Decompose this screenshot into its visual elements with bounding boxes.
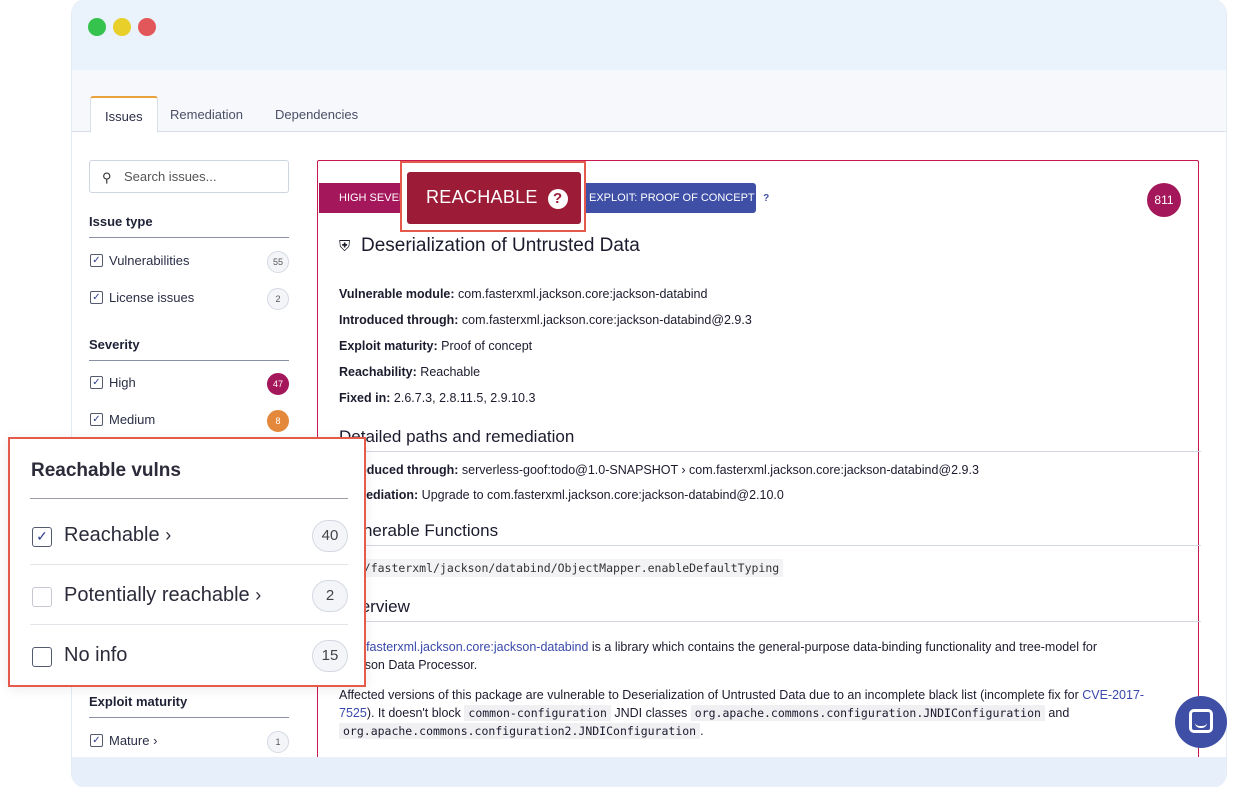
- field-reachability: Reachability: Reachable: [339, 365, 481, 379]
- checkbox-unchecked-icon[interactable]: [32, 587, 52, 607]
- reachable-highlight: REACHABLE?: [400, 161, 586, 232]
- filter-label: License issues: [109, 290, 195, 305]
- checkbox-checked-icon[interactable]: ✓: [90, 413, 103, 426]
- count-badge: 2: [267, 288, 289, 310]
- help-icon[interactable]: ?: [759, 192, 773, 205]
- tab-issues[interactable]: Issues: [90, 96, 158, 133]
- paths-heading: Detailed paths and remediation: [339, 427, 1201, 452]
- checkbox-checked-icon[interactable]: ✓: [90, 291, 103, 304]
- callout-title: Reachable vulns: [31, 460, 181, 481]
- count-badge: 15: [312, 640, 348, 672]
- filter-label: Reachable ›: [64, 524, 172, 546]
- field-fixed-in: Fixed in: 2.6.7.3, 2.8.11.5, 2.9.10.3: [339, 391, 536, 405]
- help-icon[interactable]: ?: [547, 189, 568, 209]
- filter-reachable[interactable]: ✓ Reachable › 40: [30, 505, 348, 565]
- filter-label: Mature ›: [109, 733, 158, 748]
- filter-medium[interactable]: ✓ Medium 8: [89, 410, 289, 434]
- count-badge: 2: [312, 580, 348, 612]
- overview-heading: Overview: [339, 597, 1201, 622]
- filter-vulnerabilities[interactable]: ✓ Vulnerabilities 55: [89, 251, 289, 275]
- priority-score-badge: 811: [1147, 183, 1181, 217]
- field-exploit-maturity: Exploit maturity: Proof of concept: [339, 339, 533, 353]
- chat-launcher-button[interactable]: [1175, 696, 1227, 748]
- count-badge: 40: [312, 520, 348, 552]
- severity-heading: Severity: [89, 337, 289, 361]
- window-close-button[interactable]: [138, 18, 156, 36]
- chevron-right-icon: ›: [165, 525, 172, 545]
- issue-type-heading: Issue type: [89, 214, 289, 238]
- functions-heading: Vulnerable Functions: [339, 521, 1201, 546]
- path-remediation: Remediation: Upgrade to com.fasterxml.ja…: [339, 488, 784, 502]
- filter-potentially-reachable[interactable]: Potentially reachable › 2: [30, 565, 348, 625]
- divider: [30, 498, 348, 499]
- chevron-right-icon: ›: [255, 585, 262, 605]
- bottom-bar: [72, 757, 1226, 787]
- checkbox-checked-icon[interactable]: ✓: [32, 527, 52, 547]
- issue-title: ⛨ Deserialization of Untrusted Data: [339, 235, 640, 256]
- field-vulnerable-module: Vulnerable module: com.fasterxml.jackson…: [339, 287, 708, 301]
- count-badge: 1: [267, 731, 289, 753]
- window-maximize-button[interactable]: [88, 18, 106, 36]
- issue-card: HIGH SEVERITY EXPLOIT: PROOF OF CONCEPT?…: [317, 160, 1201, 760]
- reachable-vulns-callout: Reachable vulns ✓ Reachable › 40 Potenti…: [8, 437, 366, 687]
- search-icon: ⚲: [102, 170, 112, 185]
- count-badge: 47: [267, 373, 289, 395]
- checkbox-checked-icon[interactable]: ✓: [90, 734, 103, 747]
- overview-text: com.fasterxml.jackson.core:jackson-datab…: [339, 640, 1098, 672]
- tab-remediation[interactable]: Remediation: [156, 96, 257, 133]
- field-introduced-through: Introduced through: com.fasterxml.jackso…: [339, 313, 752, 327]
- filter-label: Potentially reachable ›: [64, 584, 262, 606]
- shield-icon: ⛨: [339, 238, 351, 255]
- exploit-maturity-heading: Exploit maturity: [89, 694, 289, 718]
- filter-label: No info: [64, 644, 128, 666]
- filter-mature[interactable]: ✓ Mature › 1: [89, 731, 289, 755]
- path-introduced-through: Introduced through: serverless-goof:todo…: [339, 463, 979, 477]
- filter-label: High: [109, 375, 136, 390]
- reachable-badge[interactable]: REACHABLE?: [407, 172, 581, 224]
- filter-license-issues[interactable]: ✓ License issues 2: [89, 288, 289, 312]
- package-link[interactable]: com.fasterxml.jackson.core:jackson-datab…: [339, 640, 588, 654]
- affected-text: Affected versions of this package are vu…: [339, 688, 1145, 739]
- function-code: com/fasterxml/jackson/databind/ObjectMap…: [339, 559, 784, 577]
- window-minimize-button[interactable]: [113, 18, 131, 36]
- tab-bar: Issues Remediation Dependencies: [72, 70, 1226, 133]
- tab-dependencies[interactable]: Dependencies: [261, 96, 372, 133]
- checkbox-checked-icon[interactable]: ✓: [90, 254, 103, 267]
- chat-icon: [1189, 709, 1213, 733]
- filter-label: Medium: [109, 412, 156, 427]
- filter-no-info[interactable]: No info 15: [30, 625, 348, 685]
- title-bar: [72, 0, 1226, 70]
- count-badge: 8: [267, 410, 289, 432]
- exploit-maturity-badge: EXPLOIT: PROOF OF CONCEPT?: [563, 183, 773, 213]
- chevron-right-icon: ›: [153, 733, 158, 748]
- filter-label: Vulnerabilities: [109, 253, 190, 268]
- search-input[interactable]: ⚲ Search issues...: [89, 160, 289, 193]
- count-badge: 55: [267, 251, 289, 273]
- checkbox-checked-icon[interactable]: ✓: [90, 376, 103, 389]
- filter-high[interactable]: ✓ High 47: [89, 373, 289, 397]
- search-placeholder: Search issues...: [124, 169, 217, 184]
- checkbox-unchecked-icon[interactable]: [32, 647, 52, 667]
